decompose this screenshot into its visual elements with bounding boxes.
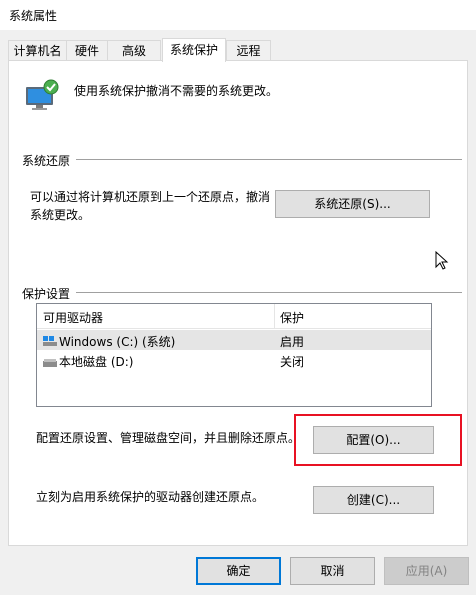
drive-name-d: 本地磁盘 (D:): [59, 355, 134, 369]
system-protection-icon: [24, 78, 60, 112]
apply-button[interactable]: 应用(A): [384, 557, 469, 585]
configure-text: 配置还原设置、管理磁盘空间，并且删除还原点。: [36, 431, 301, 445]
restore-description-line2: 系统更改。: [30, 208, 91, 222]
column-header-drives[interactable]: 可用驱动器: [43, 309, 103, 326]
cancel-button[interactable]: 取消: [290, 557, 375, 585]
highlight-annotation-box: [294, 414, 462, 466]
create-text: 立刻为启用系统保护的驱动器创建还原点。: [36, 490, 265, 504]
create-button[interactable]: 创建(C)...: [313, 486, 434, 514]
drive-protection-d: 关闭: [280, 355, 305, 369]
drive-row-d[interactable]: 本地磁盘 (D:) 关闭: [37, 350, 431, 370]
mouse-cursor-icon: [435, 250, 449, 271]
restore-separator: [22, 159, 462, 160]
window-title: 系统属性: [9, 9, 58, 23]
intro-text: 使用系统保护撤消不需要的系统更改。: [74, 84, 279, 98]
tab-system-protection[interactable]: 系统保护: [162, 38, 226, 62]
tab-remote[interactable]: 远程: [226, 40, 271, 60]
protection-section-label: 保护设置: [22, 285, 77, 302]
restore-description-line1: 可以通过将计算机还原到上一个还原点，撤消: [30, 190, 271, 204]
list-header: 可用驱动器 保护: [37, 304, 431, 329]
tab-hardware[interactable]: 硬件: [66, 40, 108, 60]
protection-separator: [22, 292, 462, 293]
system-restore-button[interactable]: 系统还原(S)...: [275, 190, 430, 218]
column-header-protection[interactable]: 保护: [280, 309, 304, 326]
title-bar: 系统属性: [0, 0, 476, 30]
system-drive-icon: [43, 335, 57, 346]
ok-button[interactable]: 确定: [196, 557, 281, 585]
drive-protection-c: 启用: [280, 335, 305, 349]
drives-list[interactable]: 可用驱动器 保护 Windows (C:) (系统) 启用 本地磁盘 (D:) …: [36, 303, 432, 407]
drive-name-c: Windows (C:) (系统): [59, 335, 176, 349]
tab-advanced[interactable]: 高级: [107, 40, 161, 60]
tab-computer-name[interactable]: 计算机名: [8, 40, 67, 60]
restore-section-label: 系统还原: [22, 152, 77, 169]
drive-row-c[interactable]: Windows (C:) (系统) 启用: [37, 330, 431, 350]
hard-disk-icon: [43, 356, 57, 367]
